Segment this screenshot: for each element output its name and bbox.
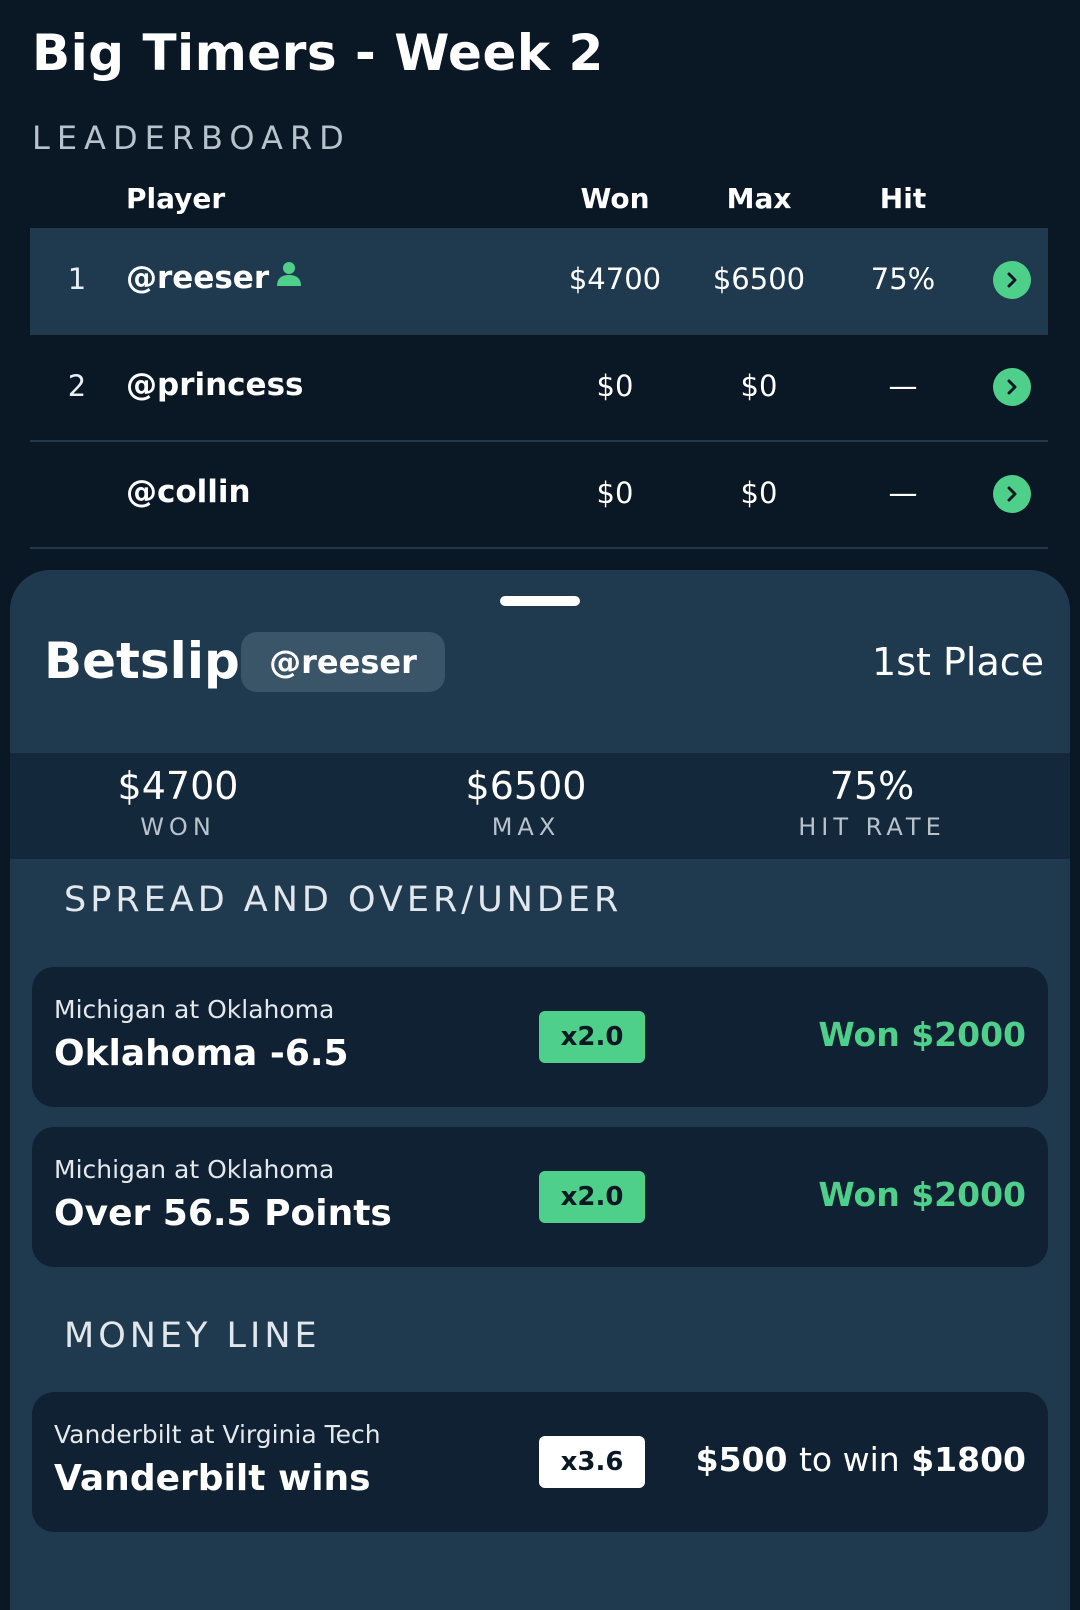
bet-stake: $500 [695, 1440, 788, 1479]
bet-multiplier-badge: x3.6 [539, 1436, 645, 1488]
bet-game: Michigan at Oklahoma [54, 1155, 335, 1184]
row-max: $0 [740, 476, 778, 510]
sheet-drag-handle[interactable] [500, 596, 580, 606]
row-player-handle: @princess [126, 367, 304, 403]
stat-value: $4700 [117, 764, 239, 808]
stat-hit-rate: 75% HIT RATE [722, 763, 1022, 841]
bet-card[interactable]: Michigan at Oklahoma Over 56.5 Points x2… [32, 1127, 1048, 1267]
betslip-title: Betslip [44, 632, 240, 690]
row-player-handle: @reeser [126, 260, 303, 296]
section-title-money-line: MONEY LINE [64, 1316, 321, 1356]
player-handle-text: @reeser [126, 260, 270, 296]
row-won: $0 [596, 476, 634, 510]
column-header-player: Player [126, 182, 226, 215]
bet-multiplier-badge: x2.0 [539, 1011, 645, 1063]
bet-pick: Over 56.5 Points [54, 1193, 392, 1234]
bet-result: Won $2000 [818, 1015, 1026, 1054]
column-header-won: Won [580, 182, 650, 215]
row-hit: — [888, 476, 918, 510]
betslip-user-badge[interactable]: @reeser [241, 632, 445, 692]
bet-card[interactable]: Michigan at Oklahoma Oklahoma -6.5 x2.0 … [32, 967, 1048, 1107]
bet-multiplier-badge: x2.0 [539, 1171, 645, 1223]
leaderboard-row[interactable]: 1 @reeser $4700 $6500 75% [30, 228, 1048, 335]
chevron-right-icon[interactable] [993, 475, 1031, 513]
row-max: $0 [740, 369, 778, 403]
chevron-right-icon[interactable] [993, 261, 1031, 299]
bet-pick: Oklahoma -6.5 [54, 1033, 349, 1074]
row-won: $0 [596, 369, 634, 403]
leaderboard-table: 1 @reeser $4700 $6500 75% 2 @princess $0… [30, 228, 1048, 549]
stat-label: HIT RATE [798, 813, 946, 841]
leaderboard-row[interactable]: 2 @princess $0 $0 — [30, 335, 1048, 442]
leaderboard-row[interactable]: @collin $0 $0 — [30, 442, 1048, 549]
stat-value: $6500 [465, 764, 587, 808]
bet-payout: $1800 [911, 1440, 1026, 1479]
page-subtitle: LEADERBOARD [32, 119, 351, 157]
betslip-stats: $4700 WON $6500 MAX 75% HIT RATE [10, 753, 1070, 859]
stat-label: MAX [491, 813, 561, 841]
section-title-spread: SPREAD AND OVER/UNDER [64, 880, 623, 920]
bet-result: Won $2000 [818, 1175, 1026, 1214]
bet-game: Michigan at Oklahoma [54, 995, 335, 1024]
row-rank: 1 [67, 262, 87, 296]
bet-potential-payout: $500 to win $1800 [696, 1440, 1026, 1479]
bet-to-win-label: to win [798, 1440, 900, 1479]
column-header-max: Max [726, 182, 792, 215]
stat-value: 75% [829, 764, 915, 808]
chevron-right-icon[interactable] [993, 368, 1031, 406]
bet-card[interactable]: Vanderbilt at Virginia Tech Vanderbilt w… [32, 1392, 1048, 1532]
page-title: Big Timers - Week 2 [32, 24, 604, 82]
row-player-handle: @collin [126, 474, 251, 510]
row-max: $6500 [712, 262, 806, 296]
stat-max: $6500 MAX [376, 763, 676, 841]
leaderboard-header: Player Won Max Hit [30, 178, 1048, 224]
betslip-sheet: Betslip @reeser 1st Place $4700 WON $650… [10, 570, 1070, 1610]
column-header-hit: Hit [879, 182, 927, 215]
row-rank: 2 [67, 369, 87, 403]
stat-won: $4700 WON [28, 763, 328, 841]
page-header: Big Timers - Week 2 LEADERBOARD [32, 22, 604, 158]
bet-game: Vanderbilt at Virginia Tech [54, 1420, 381, 1449]
bet-pick: Vanderbilt wins [54, 1458, 371, 1499]
row-won: $4700 [568, 262, 662, 296]
row-hit: 75% [870, 262, 936, 296]
betslip-place: 1st Place [872, 640, 1044, 684]
stat-label: WON [140, 813, 216, 841]
row-hit: — [888, 369, 918, 403]
current-user-icon [275, 259, 303, 295]
